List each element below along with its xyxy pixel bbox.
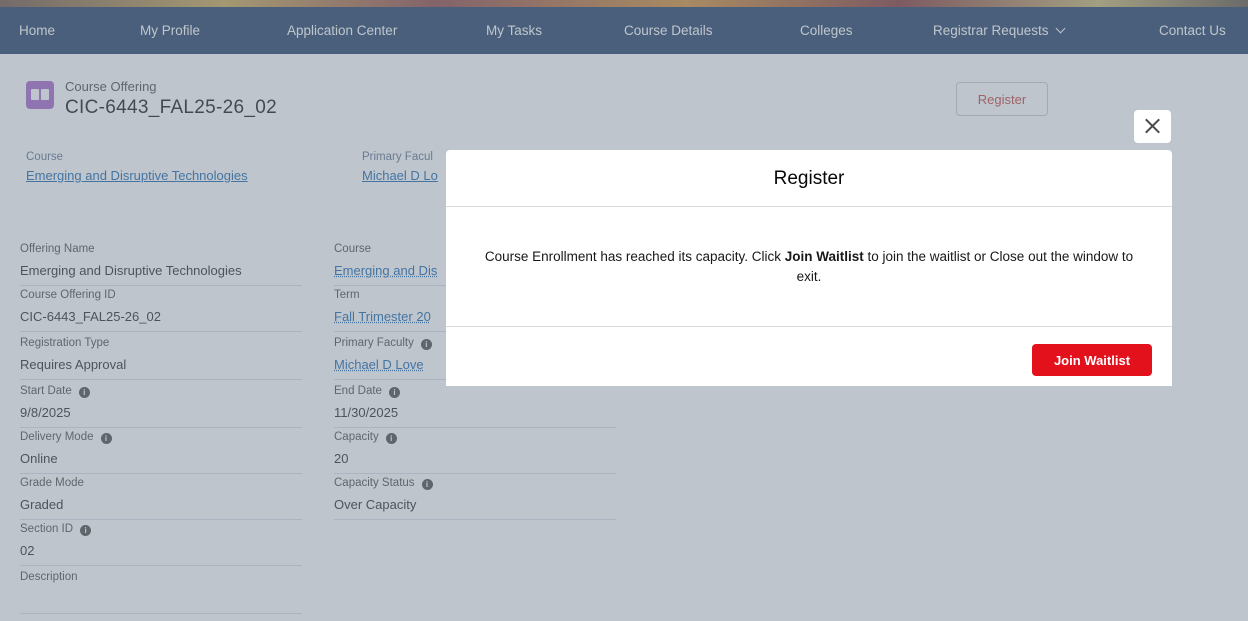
capacity-message: Course Enrollment has reached its capaci… [484, 248, 1134, 284]
modal-title: Register [446, 150, 1172, 207]
close-modal-button[interactable] [1134, 110, 1171, 143]
join-waitlist-button[interactable]: Join Waitlist [1032, 344, 1152, 376]
register-modal: Register Course Enrollment has reached i… [446, 150, 1172, 386]
modal-footer: Join Waitlist [446, 326, 1172, 386]
modal-body: Course Enrollment has reached its capaci… [446, 207, 1172, 326]
